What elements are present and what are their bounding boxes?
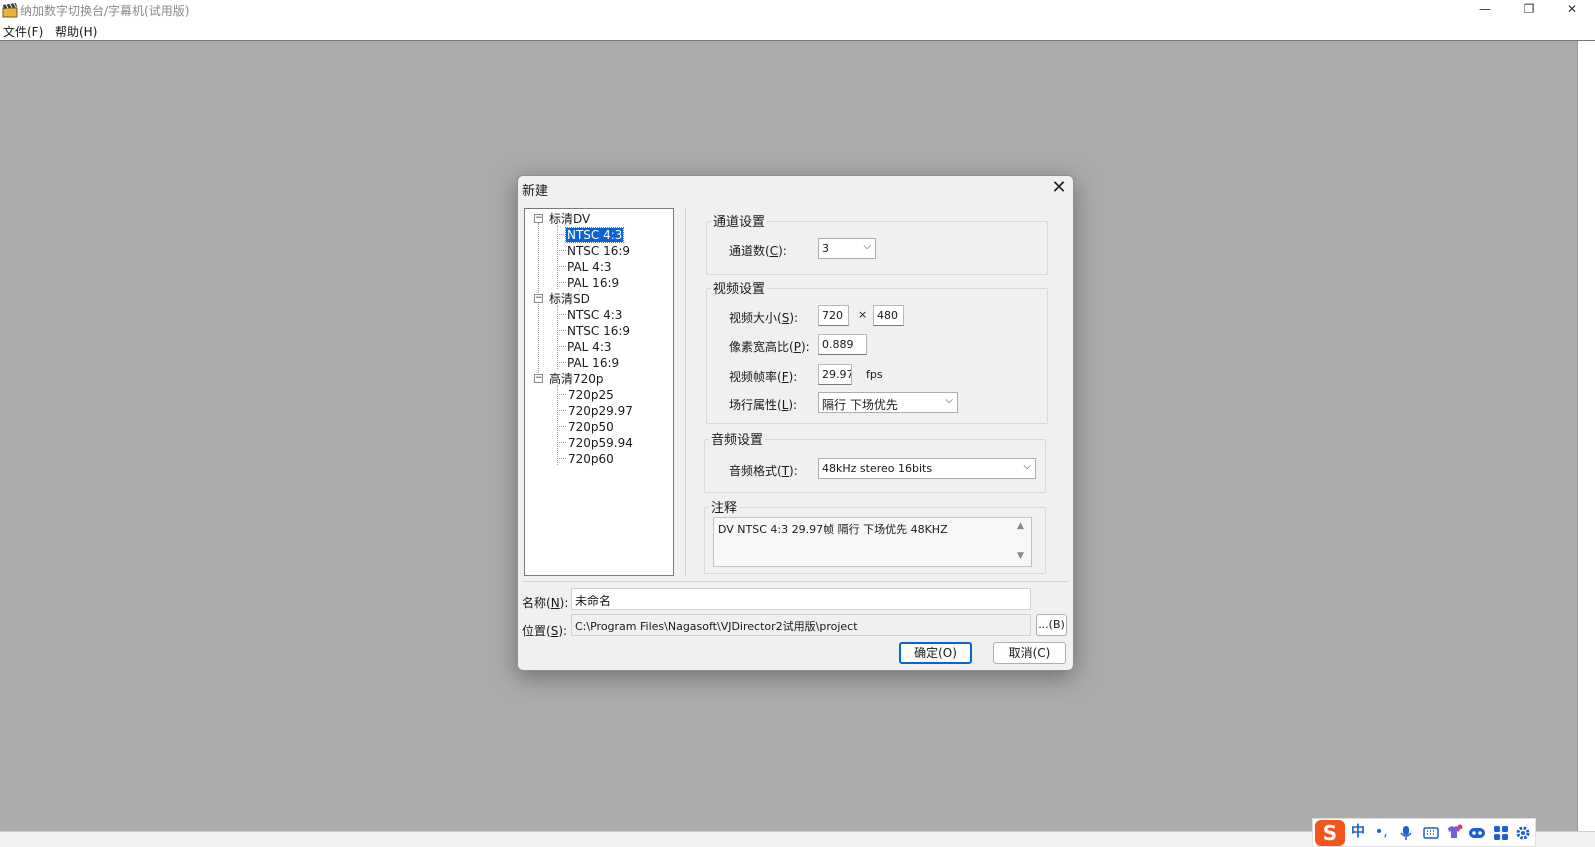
field-order-select[interactable]: 隔行 下场优先 ⌵ [818,392,958,413]
menu-help[interactable]: 帮助(H) [55,23,97,40]
skin-icon[interactable] [1445,824,1463,840]
tree-connector [557,282,566,283]
fps-unit: fps [866,368,883,381]
field-order-label: 场行属性(L): [729,398,798,412]
tree-connector [557,458,566,459]
tree-connector [557,330,566,331]
tree-connector [557,394,566,395]
menu-file[interactable]: 文件(F) [3,23,43,40]
keyboard-icon[interactable] [1423,826,1439,840]
tree-connector [557,362,566,363]
tree-branch-line [557,385,558,465]
minimize-button[interactable]: — [1462,0,1508,20]
collapse-icon[interactable]: − [534,214,543,223]
tree-connector [557,250,566,251]
video-size-label: 视频大小(S): [729,311,799,325]
apps-icon[interactable] [1493,825,1509,841]
tree-item-720p25[interactable]: 720p25 [568,388,614,402]
close-window-button[interactable]: ✕ [1549,0,1595,20]
tree-item-dv-ntsc-4-3[interactable]: NTSC 4:3 [564,227,625,243]
vertical-scrollbar[interactable] [1577,41,1595,831]
chevron-down-icon: ⌵ [863,241,871,252]
frame-rate-input[interactable]: 29.97 [818,364,852,385]
tree-item-720p59-94[interactable]: 720p59.94 [568,436,633,450]
menu-bar: 文件(F) 帮助(H) [0,20,1595,41]
pixel-aspect-label: 像素宽高比(P): [729,340,810,354]
project-name-input[interactable]: 未命名 [571,588,1031,610]
dialog-close-button[interactable]: ✕ [1048,177,1070,199]
tree-connector [557,410,566,411]
ime-mode-toggle[interactable]: 中 [1351,824,1365,840]
ok-button[interactable]: 确定(O) [899,642,972,664]
panel-divider [685,208,686,576]
note-text: DV NTSC 4:3 29.97帧 隔行 下场优先 48KHZ [718,523,948,536]
channel-count-select[interactable]: 3 ⌵ [818,238,876,259]
tree-item-dv-ntsc-16-9[interactable]: NTSC 16:9 [567,244,630,258]
location-label: 位置(S): [522,624,568,638]
settings-icon[interactable] [1515,825,1531,841]
tree-connector [557,314,566,315]
tree-item-dv-pal-16-9[interactable]: PAL 16:9 [567,276,619,290]
new-project-dialog: 新建 ✕ − 标清DV NTSC 4:3 NTSC 16:9 PAL 4:3 P… [517,175,1074,671]
chevron-down-icon: ⌵ [1023,461,1031,472]
tree-item-dv-pal-4-3[interactable]: PAL 4:3 [567,260,612,274]
tree-item-sd-ntsc-16-9[interactable]: NTSC 16:9 [567,324,630,338]
microphone-icon[interactable] [1399,825,1413,841]
tree-connector [557,442,566,443]
browse-button[interactable]: ...(B) [1036,614,1067,636]
title-bar: 纳加数字切换台/字幕机(试用版) — ❐ ✕ [0,0,1595,20]
tree-item-sd-pal-4-3[interactable]: PAL 4:3 [567,340,612,354]
video-width-input[interactable]: 720 [818,305,849,326]
sogou-logo-icon[interactable]: S [1315,820,1345,846]
cancel-button[interactable]: 取消(C) [993,642,1066,664]
scroll-down-icon[interactable]: ▼ [1017,551,1024,561]
audio-format-label: 音频格式(T): [729,464,798,478]
channel-count-label: 通道数(C): [729,244,787,258]
audio-settings-title: 音频设置 [709,429,766,448]
ime-toolbar: S 中 •, [1312,818,1536,847]
tree-item-720p60[interactable]: 720p60 [568,452,614,466]
scroll-up-icon[interactable]: ▲ [1017,521,1024,531]
tree-connector [557,426,566,427]
times-sign: × [858,308,868,321]
project-location-input[interactable]: C:\Program Files\Nagasoft\VJDirector2试用版… [571,614,1031,636]
maximize-button[interactable]: ❐ [1506,0,1552,20]
tree-group-sd[interactable]: 标清SD [549,292,590,306]
tree-connector [557,234,566,235]
ime-punct-toggle[interactable]: •, [1375,824,1388,840]
collapse-icon[interactable]: − [534,374,543,383]
frame-rate-label: 视频帧率(F): [729,370,798,384]
app-clapperboard-icon [2,3,18,18]
pixel-aspect-input[interactable]: 0.889 [818,334,867,355]
channel-settings-title: 通道设置 [711,211,768,230]
audio-format-select[interactable]: 48kHz stereo 16bits ⌵ [818,458,1036,479]
gamepad-icon[interactable] [1468,826,1486,840]
dialog-title: 新建 [522,184,549,199]
format-tree[interactable]: − 标清DV NTSC 4:3 NTSC 16:9 PAL 4:3 PAL 16… [524,208,674,576]
tree-group-hd-720p[interactable]: 高清720p [549,372,604,386]
note-title: 注释 [709,497,740,516]
video-height-input[interactable]: 480 [873,305,904,326]
tree-group-sd-dv[interactable]: 标清DV [549,212,590,226]
collapse-icon[interactable]: − [534,294,543,303]
tree-item-sd-ntsc-4-3[interactable]: NTSC 4:3 [567,308,622,322]
tree-item-sd-pal-16-9[interactable]: PAL 16:9 [567,356,619,370]
window-title: 纳加数字切换台/字幕机(试用版) [20,4,190,18]
tree-connector [557,266,566,267]
tree-item-720p29-97[interactable]: 720p29.97 [568,404,633,418]
name-label: 名称(N): [522,596,569,610]
tree-connector [557,346,566,347]
tree-item-720p50[interactable]: 720p50 [568,420,614,434]
divider [522,581,1069,582]
video-settings-title: 视频设置 [711,278,768,297]
chevron-down-icon: ⌵ [945,395,953,406]
note-textarea[interactable]: DV NTSC 4:3 29.97帧 隔行 下场优先 48KHZ ▲ ▼ [713,517,1032,567]
